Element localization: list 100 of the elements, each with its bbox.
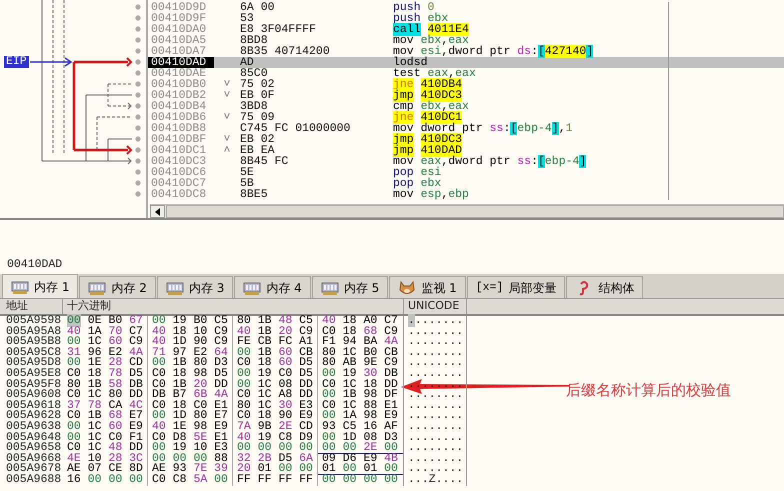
hex-bytes: 80 1C B0 CB (321, 348, 399, 358)
info-text: 00410DAD (7, 256, 62, 273)
breakpoint-dot[interactable] (135, 15, 141, 21)
tab[interactable]: 监视 1 (389, 276, 466, 298)
address-cell-text: 00410DB4 (150, 100, 208, 112)
breakpoint-dot[interactable] (135, 147, 141, 153)
hex-bytes: 00 0E B0 67 (63, 316, 148, 327)
hex-bytes: 00 00 00 00 (321, 474, 399, 486)
breakpoint-dot[interactable] (135, 26, 141, 32)
hex-bytes: F1 94 BA 4A (321, 337, 399, 348)
tab[interactable]: 结构体 (566, 276, 644, 298)
unicode-cell: ........ (404, 464, 467, 475)
address-cell: 00410DAD (148, 56, 214, 68)
memory-chip-icon (11, 278, 29, 294)
address-cell-text: 00410DC7 (150, 178, 208, 188)
eip-arrow (30, 57, 72, 67)
address-cell-text: 00410D9F (150, 12, 208, 24)
hex-bytes: 80 1C 30 E3 (233, 400, 318, 412)
breakpoint-dot[interactable] (135, 48, 141, 54)
hex-bytes: C0 18 98 D5 (148, 368, 233, 380)
jump-mark: ˅ (224, 78, 230, 90)
breakpoint-dot[interactable] (135, 70, 141, 76)
address-cell-text: 00410DC8 (150, 188, 208, 200)
hex-bytes: AE 07 CE 8D (63, 464, 148, 475)
instruction-cell: push 0 (390, 2, 669, 12)
hex-bytes: 00 1C C0 F1 (63, 432, 148, 444)
breakpoint-dot[interactable] (135, 180, 141, 186)
column-header[interactable]: 地址 (0, 299, 63, 314)
address-cell-text: 005A95F8 (5, 380, 62, 390)
hex-bytes: 00 19 10 E3 (148, 443, 233, 454)
hex-bytes: 00 1C 60 E9 (63, 422, 148, 433)
hex-bytes: 71 97 E2 64 (148, 348, 233, 358)
tab[interactable]: 内存 1 (2, 274, 78, 298)
selected-row[interactable]: 00410DAD AD lodsd (148, 56, 784, 68)
scroll-left-button[interactable] (150, 205, 165, 218)
hex-bytes: C0 1C A8 DD (233, 390, 318, 401)
bytes-cell-text: 8BE5 (240, 188, 269, 200)
hex-bytes: 01 00 01 00 (318, 464, 403, 475)
address-cell-text: 00410DB0 (150, 78, 208, 90)
hex-bytes: 00 1D 80 E7 (148, 411, 233, 422)
hex-bytes: 00 1B 60 CB (233, 348, 318, 358)
hex-bytes: 93 C5 16 AF (321, 422, 399, 433)
breakpoint-dot[interactable] (135, 81, 141, 87)
bytes-cell-text: 85C0 (240, 68, 268, 78)
breakpoint-dot[interactable] (135, 37, 141, 43)
address-cell-text: 005A9628 (5, 411, 62, 422)
unicode-cell: ........ (404, 432, 467, 444)
hex-bytes: C0 1C 48 DD (63, 443, 148, 454)
address-cell-text: 00410DC3 (150, 156, 208, 166)
breakpoint-dot[interactable] (135, 92, 141, 98)
hex-bytes: 20 01 00 00 (233, 464, 318, 475)
address-cell-text: 005A9648 (5, 432, 62, 444)
dog-face-icon (398, 280, 416, 296)
jump-mark: ˅ (224, 88, 230, 102)
breakpoint-dot[interactable] (135, 4, 141, 10)
hex-bytes: 00 00 00 00 (233, 443, 318, 454)
breakpoint-dot[interactable] (135, 136, 141, 142)
unicode-cell: ........ (404, 337, 467, 348)
bytes-cell-text: 75 02 (240, 78, 276, 90)
hex-bytes: C0 18 60 D5 (233, 358, 318, 369)
instruction-cell: jmp 410DC3 (390, 90, 669, 100)
instruction-cell: mov esp,ebp (390, 188, 669, 200)
address-cell-text: 005A9598 (5, 316, 62, 327)
hex-bytes: 32 2B D5 6A (233, 454, 318, 464)
hex-bytes: 40 1A 70 C7 (63, 326, 148, 338)
unicode-cell: ........ (404, 358, 467, 369)
variable-icon: [x=] (476, 278, 504, 296)
hex-bytes: 40 1D 90 C9 (148, 337, 233, 348)
address-cell-text: 005A9638 (5, 422, 62, 433)
breakpoint-dot[interactable] (135, 114, 141, 120)
hex-bytes: C0 18 78 D5 (63, 368, 148, 380)
hex-bytes: C0 18 C0 E1 (148, 400, 233, 412)
unicode-cell: ........ (404, 348, 467, 358)
jump-mark: ˄ (224, 144, 230, 156)
bytes-cell-text: EB EA (240, 144, 276, 156)
memory-chip-icon (320, 280, 339, 296)
tab[interactable]: 内存 5 (312, 276, 388, 298)
tab[interactable]: 内存 2 (79, 276, 156, 298)
breakpoint-dot[interactable] (135, 169, 141, 175)
left-arrow-icon (154, 208, 160, 216)
breakpoint-dot[interactable] (135, 125, 141, 131)
hex-bytes: 09 D6 E9 4B (321, 454, 399, 464)
hex-bytes: 80 AB 9E C9 (321, 358, 399, 369)
tab[interactable]: 内存 3 (156, 276, 234, 298)
hex-bytes: 80 1B 48 C5 (233, 316, 318, 327)
address-cell-text: 00410DAE (150, 68, 208, 78)
breakpoint-dot[interactable] (135, 103, 141, 109)
instruction-cell: pop esi (390, 166, 669, 178)
breakpoint-dot[interactable] (135, 59, 141, 65)
breakpoint-dot[interactable] (135, 158, 141, 164)
hex-bytes: 00 1A 98 E9 (321, 411, 399, 422)
hex-bytes: 7A 9B 2E CD (233, 422, 318, 433)
horizontal-scrollbar[interactable] (150, 204, 784, 218)
unicode-cell: ...Z.... (404, 474, 467, 486)
tab[interactable]: 内存 4 (234, 276, 311, 298)
address-cell-text: 00410DBF (150, 134, 208, 144)
tab[interactable]: [x=] 局部变量 (466, 276, 566, 298)
instruction-cell: jmp 410DAD (390, 144, 669, 156)
breakpoint-dot[interactable] (135, 191, 141, 197)
hex-bytes: 40 1E 98 E9 (148, 422, 233, 433)
